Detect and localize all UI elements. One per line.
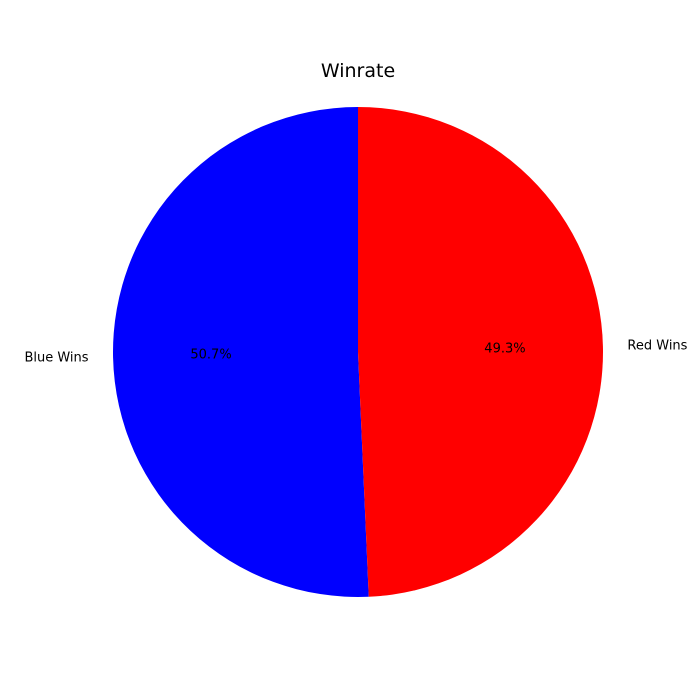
pie-slice-blue-wins <box>112 107 369 598</box>
pie-chart: Winrate Blue Wins 50.7% Red Wins 49.3% <box>24 60 688 598</box>
slice-label-blue-wins: Blue Wins <box>24 350 88 365</box>
pie-slices <box>112 107 603 598</box>
slice-percent-red-wins: 49.3% <box>484 341 525 356</box>
slice-percent-blue-wins: 50.7% <box>190 348 231 363</box>
pie-slice-red-wins <box>358 107 603 597</box>
slice-label-red-wins: Red Wins <box>627 339 687 354</box>
chart-title: Winrate <box>321 60 395 82</box>
